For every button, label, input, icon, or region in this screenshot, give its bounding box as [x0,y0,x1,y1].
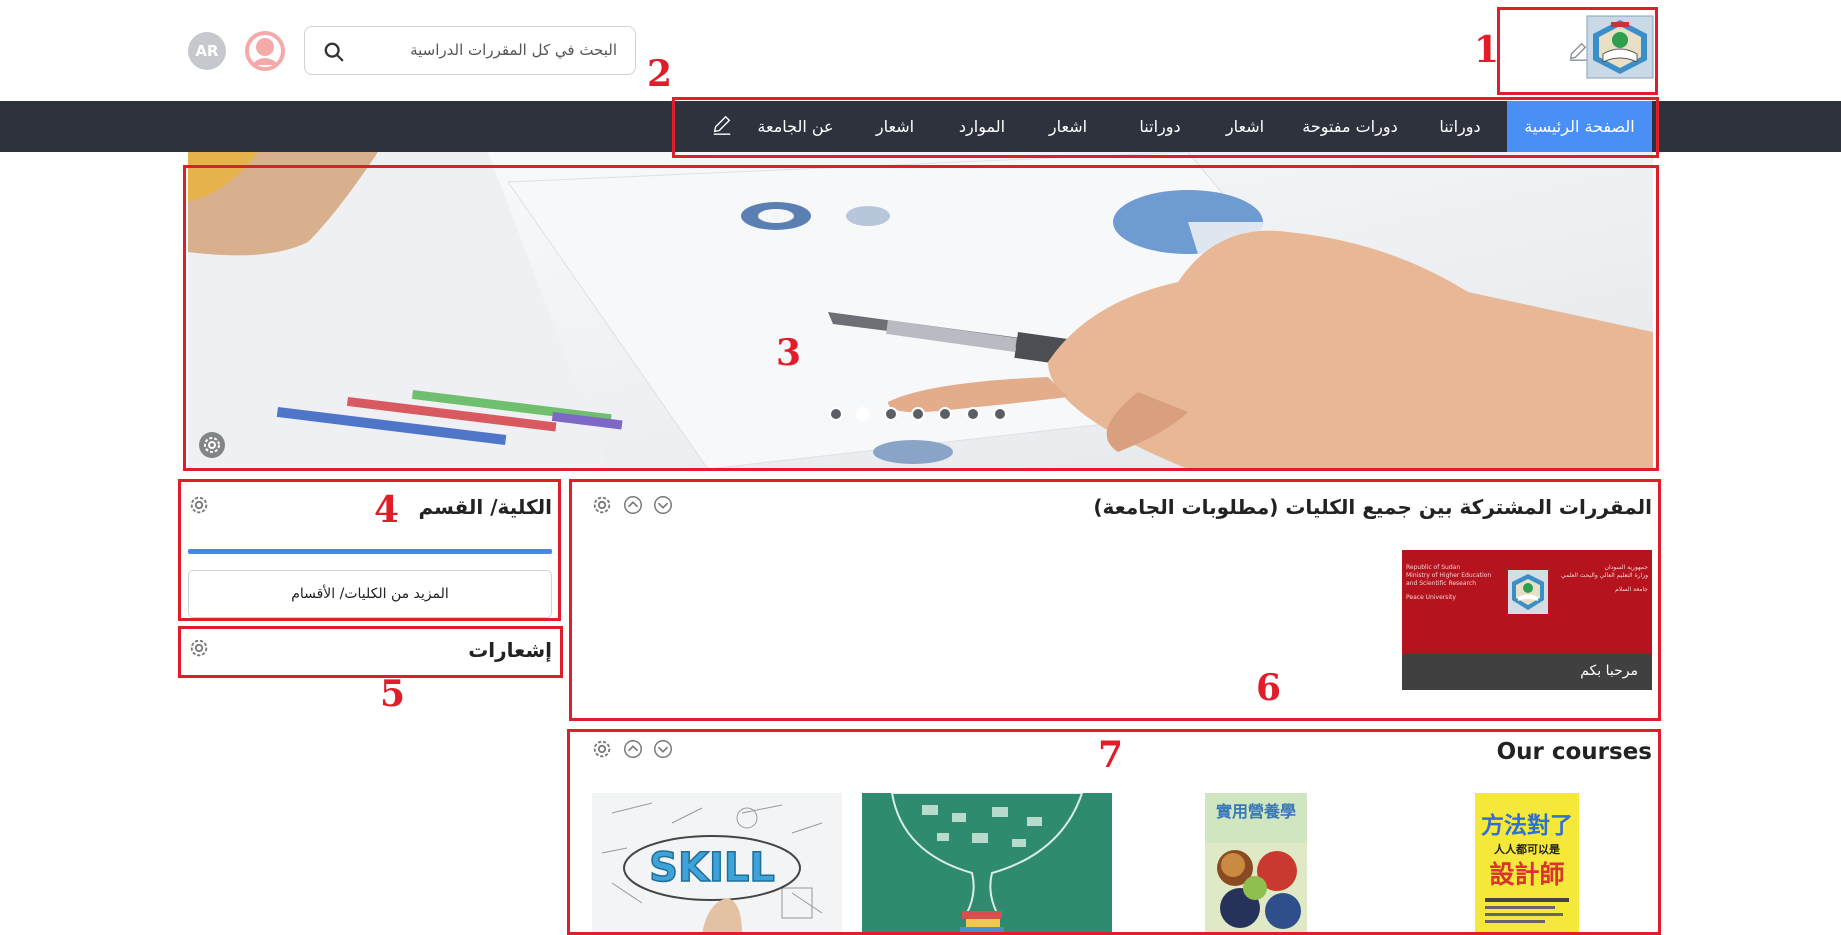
slider-dot[interactable] [966,407,980,421]
nav-item-notice-1[interactable]: اشعار [1210,101,1280,152]
user-avatar[interactable] [245,31,285,71]
design-book-title-mid: 人人都可以是 [1494,842,1561,856]
welcome-course-card[interactable]: Republic of Sudan Ministry of Higher Edu… [1402,550,1652,690]
hero-slider[interactable] [188,152,1653,469]
move-up-icon[interactable] [622,738,644,760]
nutrition-book-title: 實用營養學 [1216,802,1296,821]
move-up-icon[interactable] [622,494,644,516]
nav-item-notice-3[interactable]: اشعار [860,101,930,152]
design-book-title-top: 方法對了 [1481,812,1573,839]
course-image-text: and Scientific Research [1406,580,1476,587]
nav-item-notice-2[interactable]: اشعار [1033,101,1103,152]
course-logo-icon [1508,570,1548,614]
faculty-progress-bar [188,549,552,554]
nav-item-open-courses[interactable]: دورات مفتوحة [1290,101,1410,152]
hero-image [188,152,1653,469]
nav-item-resources[interactable]: الموارد [947,101,1017,152]
course-image-text: Peace University [1406,594,1456,601]
course-image-text: جامعة السلام [1615,586,1648,593]
reading-illustration [862,793,1112,935]
slider-dot[interactable] [938,407,952,421]
design-book-title-bot: 設計師 [1489,860,1564,889]
course-thumbnail-reading[interactable] [862,793,1112,935]
nav-item-about[interactable]: عن الجامعة [748,101,843,152]
slider-dot-active[interactable] [856,407,870,421]
course-image-text: Ministry of Higher Education [1406,572,1492,579]
more-faculties-button[interactable]: المزيد من الكليات/ الأقسام [188,570,552,618]
annotation-number-6: 6 [1256,667,1282,709]
annotation-number-2: 2 [647,53,673,95]
annotation-number-5: 5 [380,673,406,715]
our-courses-title: Our courses [1496,739,1652,765]
annotation-number-4: 4 [374,489,400,531]
annotation-number-7: 7 [1098,734,1124,776]
course-image-text: وزارة التعليم العالي والبحث العلمي [1561,572,1648,579]
notifications-settings-gear-icon[interactable] [188,637,210,659]
slider-dot[interactable] [829,407,843,421]
shared-courses-title: المقررات المشتركة بين جميع الكليات (مطلو… [1093,495,1652,519]
course-card-image: Republic of Sudan Ministry of Higher Edu… [1402,550,1652,654]
shared-settings-gear-icon[interactable] [591,494,613,516]
skill-illustration: SKILL [592,793,842,935]
move-down-icon[interactable] [652,494,674,516]
main-navigation: الصفحة الرئيسية دوراتنا دورات مفتوحة اشع… [0,101,1841,152]
annotation-number-3: 3 [776,332,802,374]
nav-edit-icon[interactable] [711,114,733,136]
nav-item-our-courses-2[interactable]: دوراتنا [1120,101,1200,152]
avatar-icon [245,31,285,71]
notifications-block-title: إشعارات [468,638,552,662]
annotation-number-1: 1 [1474,29,1500,71]
search-placeholder: البحث في كل المقررات الدراسية [410,41,617,59]
slider-dot[interactable] [884,407,898,421]
move-down-icon[interactable] [652,738,674,760]
course-thumbnail-nutrition-book[interactable]: 實用營養學 [1205,793,1307,935]
slider-dot[interactable] [993,407,1007,421]
nav-item-home[interactable]: الصفحة الرئيسية [1507,101,1652,152]
search-icon[interactable] [323,41,345,63]
course-image-text: جمهورية السودان [1604,564,1648,571]
university-logo[interactable] [1585,14,1655,80]
course-card-label[interactable]: مرحبا بكم [1580,663,1638,679]
gear-icon [199,432,225,458]
search-box[interactable]: البحث في كل المقررات الدراسية [304,26,636,75]
course-image-text: Republic of Sudan [1406,564,1461,571]
our-courses-gear-icon[interactable] [591,738,613,760]
slider-dot[interactable] [911,407,925,421]
nutrition-book-cover: 實用營養學 [1205,793,1307,935]
nav-item-our-courses[interactable]: دوراتنا [1420,101,1500,152]
skill-text: SKILL [649,845,775,891]
faculty-block-title: الكلية/ القسم [418,495,552,519]
design-book-cover: 方法對了 人人都可以是 設計師 [1475,793,1579,935]
course-card-footer: مرحبا بكم [1402,654,1652,690]
faculty-settings-gear-icon[interactable] [188,494,210,516]
slider-gear-button[interactable] [198,431,226,459]
language-switcher[interactable]: AR [188,32,226,70]
course-thumbnail-design-book[interactable]: 方法對了 人人都可以是 設計師 [1475,793,1579,935]
course-thumbnail-skill[interactable]: SKILL [592,793,842,935]
